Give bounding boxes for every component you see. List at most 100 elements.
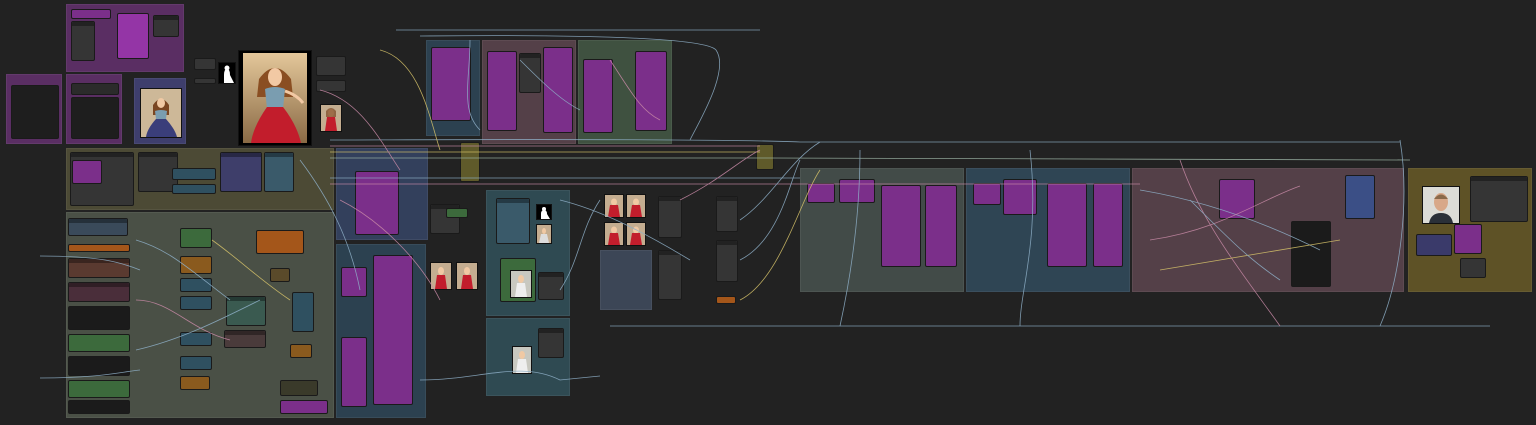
note-text[interactable] — [11, 85, 59, 139]
node-sampler[interactable] — [68, 218, 128, 236]
node-magenta[interactable] — [72, 160, 102, 184]
node-blue[interactable] — [1345, 175, 1375, 219]
node-magenta[interactable] — [973, 183, 1001, 205]
node-magenta[interactable] — [341, 267, 367, 297]
node-magenta[interactable] — [487, 51, 517, 131]
portrait-image-icon — [605, 195, 623, 217]
node-magenta[interactable] — [1219, 179, 1255, 219]
node-small[interactable] — [1416, 234, 1452, 256]
portrait-image-icon — [321, 105, 341, 131]
node-orange[interactable] — [68, 244, 130, 252]
node-green[interactable] — [446, 208, 468, 218]
image-preview-small — [626, 222, 646, 246]
node-teal[interactable] — [180, 296, 212, 310]
node-small[interactable] — [538, 328, 564, 358]
node-brown[interactable] — [180, 256, 212, 274]
node-brown[interactable] — [180, 376, 210, 390]
node-teal[interactable] — [180, 278, 212, 292]
node-magenta[interactable] — [373, 255, 413, 405]
node-graph-canvas[interactable] — [0, 0, 1536, 425]
node-reroute-bus[interactable] — [756, 144, 774, 170]
group-center-blue[interactable] — [336, 148, 428, 240]
face-photo-icon — [1423, 187, 1459, 223]
node-control[interactable] — [68, 282, 130, 302]
group-right-1[interactable] — [800, 168, 964, 292]
node-green[interactable] — [68, 334, 130, 352]
group-small-blue[interactable] — [600, 250, 652, 310]
group-teal-1[interactable] — [426, 40, 480, 136]
node-reroute-bus[interactable] — [460, 142, 480, 182]
group-center-teal[interactable] — [336, 244, 426, 418]
node-green[interactable] — [180, 228, 212, 248]
node-orange[interactable] — [256, 230, 304, 254]
node-magenta[interactable] — [1454, 224, 1482, 254]
node-control[interactable] — [68, 258, 130, 278]
node-small[interactable] — [1460, 258, 1486, 278]
group-green-1[interactable] — [578, 40, 672, 144]
node-settings[interactable] — [519, 53, 541, 93]
node-teal[interactable] — [292, 292, 314, 332]
node-preview[interactable] — [68, 400, 130, 414]
node-output-settings[interactable] — [1470, 176, 1528, 222]
node-magenta[interactable] — [1093, 183, 1123, 267]
node-inpaint-settings[interactable] — [496, 198, 530, 244]
node-magenta[interactable] — [341, 337, 367, 407]
group-mauve-1[interactable] — [482, 40, 576, 144]
node-small[interactable] — [316, 80, 346, 92]
node-preview[interactable] — [68, 306, 130, 330]
node-magenta[interactable] — [807, 183, 835, 203]
group-right-2[interactable] — [966, 168, 1130, 292]
node-dark-preview[interactable] — [1291, 221, 1331, 287]
node-magenta[interactable] — [71, 9, 111, 19]
node-magenta[interactable] — [1003, 179, 1037, 215]
node-column[interactable] — [716, 240, 738, 282]
node-magenta[interactable] — [583, 59, 613, 133]
node-column[interactable] — [716, 196, 738, 232]
node-teal[interactable] — [180, 356, 212, 370]
node-column[interactable] — [658, 250, 682, 300]
node-teal[interactable] — [172, 184, 216, 194]
node-magenta[interactable] — [280, 400, 328, 414]
node-magenta[interactable] — [881, 185, 921, 267]
portrait-image-icon — [141, 89, 181, 137]
node-teal[interactable] — [180, 332, 212, 346]
node-brown[interactable] — [290, 344, 312, 358]
image-preview-small — [604, 194, 624, 218]
node-magenta[interactable] — [355, 171, 399, 235]
node-magenta[interactable] — [543, 47, 573, 133]
image-preview-small — [626, 194, 646, 218]
node-small[interactable] — [316, 56, 346, 76]
node-inputs[interactable] — [71, 21, 95, 61]
node-magenta[interactable] — [839, 179, 875, 203]
node-magenta-panel[interactable] — [117, 13, 149, 59]
node-apply[interactable] — [224, 330, 266, 348]
node-header-note[interactable] — [71, 83, 119, 95]
note-text[interactable] — [71, 97, 119, 139]
node-small[interactable] — [538, 272, 564, 300]
node-teal[interactable] — [172, 168, 216, 180]
image-preview-small — [320, 104, 342, 132]
node-apply[interactable] — [226, 296, 266, 326]
node-loader[interactable] — [264, 152, 294, 192]
node-preview[interactable] — [68, 356, 130, 376]
group-notes-1[interactable] — [6, 74, 62, 144]
node-small[interactable] — [194, 78, 216, 84]
node-orange[interactable] — [716, 296, 736, 304]
node-small[interactable] — [194, 58, 216, 70]
node-green[interactable] — [68, 380, 130, 398]
group-notes-2[interactable] — [66, 74, 122, 144]
portrait-image-icon — [627, 195, 645, 217]
group-right-3[interactable] — [1132, 168, 1404, 292]
image-preview-small — [430, 262, 452, 290]
node-small[interactable] — [270, 268, 290, 282]
node-magenta[interactable] — [431, 47, 471, 121]
node-magenta[interactable] — [1047, 183, 1087, 267]
node-column[interactable] — [658, 196, 682, 238]
portrait-image-icon — [511, 271, 531, 297]
group-top-left-purple[interactable] — [66, 4, 184, 72]
node-magenta[interactable] — [925, 185, 957, 267]
node-small[interactable] — [153, 15, 179, 37]
node-note[interactable] — [280, 380, 318, 396]
node-loader[interactable] — [220, 152, 262, 192]
node-magenta[interactable] — [635, 51, 667, 131]
